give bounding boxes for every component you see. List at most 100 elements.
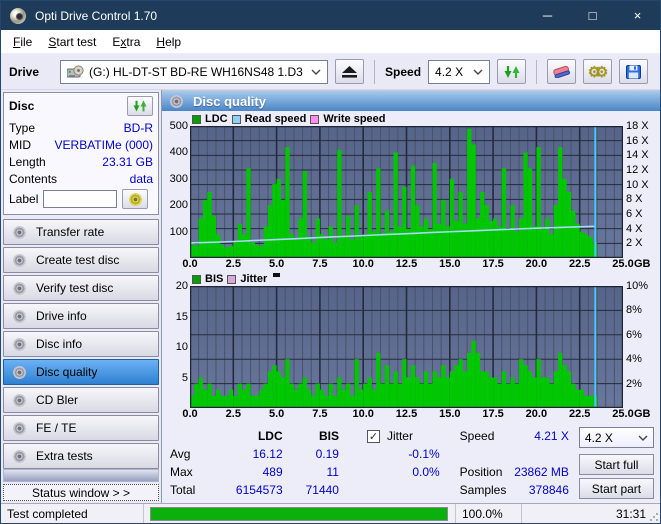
close-button[interactable]: × xyxy=(615,1,660,30)
disc-icon xyxy=(13,338,26,351)
y-tick-label: 10% xyxy=(626,280,648,292)
y-tick-label: 8 X xyxy=(626,193,643,205)
maximize-button[interactable]: □ xyxy=(570,1,615,30)
disc-row-length: Length23.31 GB xyxy=(9,153,153,170)
sidebar-item-transfer-rate[interactable]: Transfer rate xyxy=(3,219,159,245)
disc-label-button[interactable] xyxy=(122,189,148,209)
menubar: FileStart testExtraHelp xyxy=(1,30,660,54)
sidebar-item-label: Transfer rate xyxy=(36,225,104,239)
legend-swatch-read-speed xyxy=(232,115,241,124)
jitter-checkbox[interactable]: ✓ xyxy=(367,430,380,443)
start-full-button[interactable]: Start full xyxy=(579,454,654,475)
ldc-chart-right-axis: 18 X16 X14 X12 X10 X8 X6 X4 X2 X xyxy=(623,126,661,258)
disc-icon xyxy=(13,394,26,407)
speed-stat-label: Speed xyxy=(460,429,495,443)
start-part-button[interactable]: Start part xyxy=(579,478,654,499)
sidebar-item-drive-info[interactable]: Drive info xyxy=(3,303,159,329)
settings-button[interactable]: ⚙⚙ xyxy=(583,59,612,84)
disc-icon xyxy=(13,422,26,435)
sidebar: Disc TypeBD-RMIDVERBATIMe (000)Length23.… xyxy=(1,90,162,503)
bis-avg: 0.19 xyxy=(316,445,339,463)
eject-icon xyxy=(342,66,357,78)
x-axis-unit: GB xyxy=(634,258,651,270)
bis-chart-x-axis: 0.02.55.07.510.012.515.017.520.022.525.0… xyxy=(162,408,660,421)
refresh-button[interactable] xyxy=(497,59,526,84)
sidebar-item-disc-info[interactable]: Disc info xyxy=(3,331,159,357)
stats-row-label: Total xyxy=(170,481,206,499)
bis-total: 71440 xyxy=(306,481,339,499)
eraser-icon xyxy=(553,65,570,78)
sidebar-item-cd-bler[interactable]: CD Bler xyxy=(3,387,159,413)
x-tick-label: 12.5 xyxy=(396,258,417,270)
titlebar[interactable]: Opti Drive Control 1.70 ─□× xyxy=(1,1,660,30)
drive-select[interactable]: (G:) HL-DT-ST BD-RE WH16NS48 1.D3 xyxy=(60,60,328,84)
menu-item-help[interactable]: Help xyxy=(148,32,189,52)
legend-label: BIS xyxy=(205,273,223,285)
eject-button[interactable] xyxy=(335,59,364,84)
status-window-button[interactable]: Status window > > xyxy=(3,484,159,501)
sidebar-item-create-test-disc[interactable]: Create test disc xyxy=(3,247,159,273)
label-input[interactable] xyxy=(43,190,117,208)
y-tick-label: 2% xyxy=(626,378,642,390)
statusbar: Test completed 100.0% 31:31 xyxy=(1,503,660,523)
x-tick-label: 2.5 xyxy=(226,258,241,270)
ldc-chart-x-axis: 0.02.55.07.510.012.515.017.520.022.525.0… xyxy=(162,258,660,271)
x-tick-label: 17.5 xyxy=(482,408,503,420)
sidebar-item-fe-te[interactable]: FE / TE xyxy=(3,415,159,441)
x-tick-label: 25.0 xyxy=(612,408,633,420)
elapsed-time: 31:31 xyxy=(522,504,660,523)
sidebar-nav: Transfer rate Create test discVerify test… xyxy=(3,219,159,469)
x-tick-label: 25.0 xyxy=(612,258,633,270)
ldc-chart: 50040030020010018 X16 X14 X12 X10 X8 X6 … xyxy=(162,126,660,258)
resize-grip[interactable] xyxy=(649,512,659,522)
y-tick-label: 8% xyxy=(626,304,642,316)
x-tick-label: 0.0 xyxy=(182,408,197,420)
y-tick-label: 5 xyxy=(182,372,188,384)
ldc-max: 489 xyxy=(263,463,283,481)
disc-icon xyxy=(13,310,26,323)
x-tick-label: 5.0 xyxy=(269,258,284,270)
ldc-chart-legend: LDCRead speedWrite speed xyxy=(162,112,660,126)
menu-item-file[interactable]: File xyxy=(5,32,40,52)
x-tick-label: 20.0 xyxy=(526,258,547,270)
disc-row-label: Contents xyxy=(9,172,57,186)
disc-row-value: 23.31 GB xyxy=(102,155,153,169)
y-tick-label: 500 xyxy=(170,120,188,132)
disc-row-label: Type xyxy=(9,121,35,135)
save-button[interactable] xyxy=(619,59,648,84)
window-controls: ─□× xyxy=(525,1,660,30)
disc-row-label: MID xyxy=(9,138,31,152)
sidebar-item-label: Disc info xyxy=(36,337,82,351)
ldc-chart-plot-area xyxy=(190,126,623,258)
sidebar-item-disc-quality[interactable]: Disc quality xyxy=(3,359,159,385)
legend-label: LDC xyxy=(205,113,228,125)
speed-label: Speed xyxy=(385,65,421,79)
bis-chart-legend: BISJitter xyxy=(162,272,660,286)
y-tick-label: 6 X xyxy=(626,208,643,220)
sidebar-item-verify-test-disc[interactable]: Verify test disc xyxy=(3,275,159,301)
y-tick-label: 18 X xyxy=(626,120,649,132)
sidebar-item-label: Drive info xyxy=(36,309,87,323)
panel-title: Disc quality xyxy=(193,94,266,109)
sidebar-item-extra-tests[interactable]: Extra tests xyxy=(3,443,159,469)
minimize-button[interactable]: ─ xyxy=(525,1,570,30)
menu-item-start-test[interactable]: Start test xyxy=(40,32,104,52)
y-tick-label: 14 X xyxy=(626,149,649,161)
x-tick-label: 0.0 xyxy=(182,258,197,270)
disc-row-type: TypeBD-R xyxy=(9,119,153,136)
chevron-down-icon xyxy=(638,435,648,441)
disc-icon xyxy=(129,193,142,206)
speed-select[interactable]: 4.2 X xyxy=(428,60,490,84)
drive-label: Drive xyxy=(9,65,39,79)
erase-button[interactable] xyxy=(547,59,576,84)
disc-row-value: data xyxy=(130,172,153,186)
refresh-disc-button[interactable] xyxy=(127,96,153,116)
position-label: Position xyxy=(460,465,503,479)
test-speed-value: 4.2 X xyxy=(585,431,613,445)
x-tick-label: 2.5 xyxy=(226,408,241,420)
menu-item-extra[interactable]: Extra xyxy=(104,32,148,52)
disc-row-mid: MIDVERBATIMe (000) xyxy=(9,136,153,153)
label-caption: Label xyxy=(9,192,38,206)
x-tick-label: 20.0 xyxy=(526,408,547,420)
test-speed-select[interactable]: 4.2 X xyxy=(579,427,654,448)
